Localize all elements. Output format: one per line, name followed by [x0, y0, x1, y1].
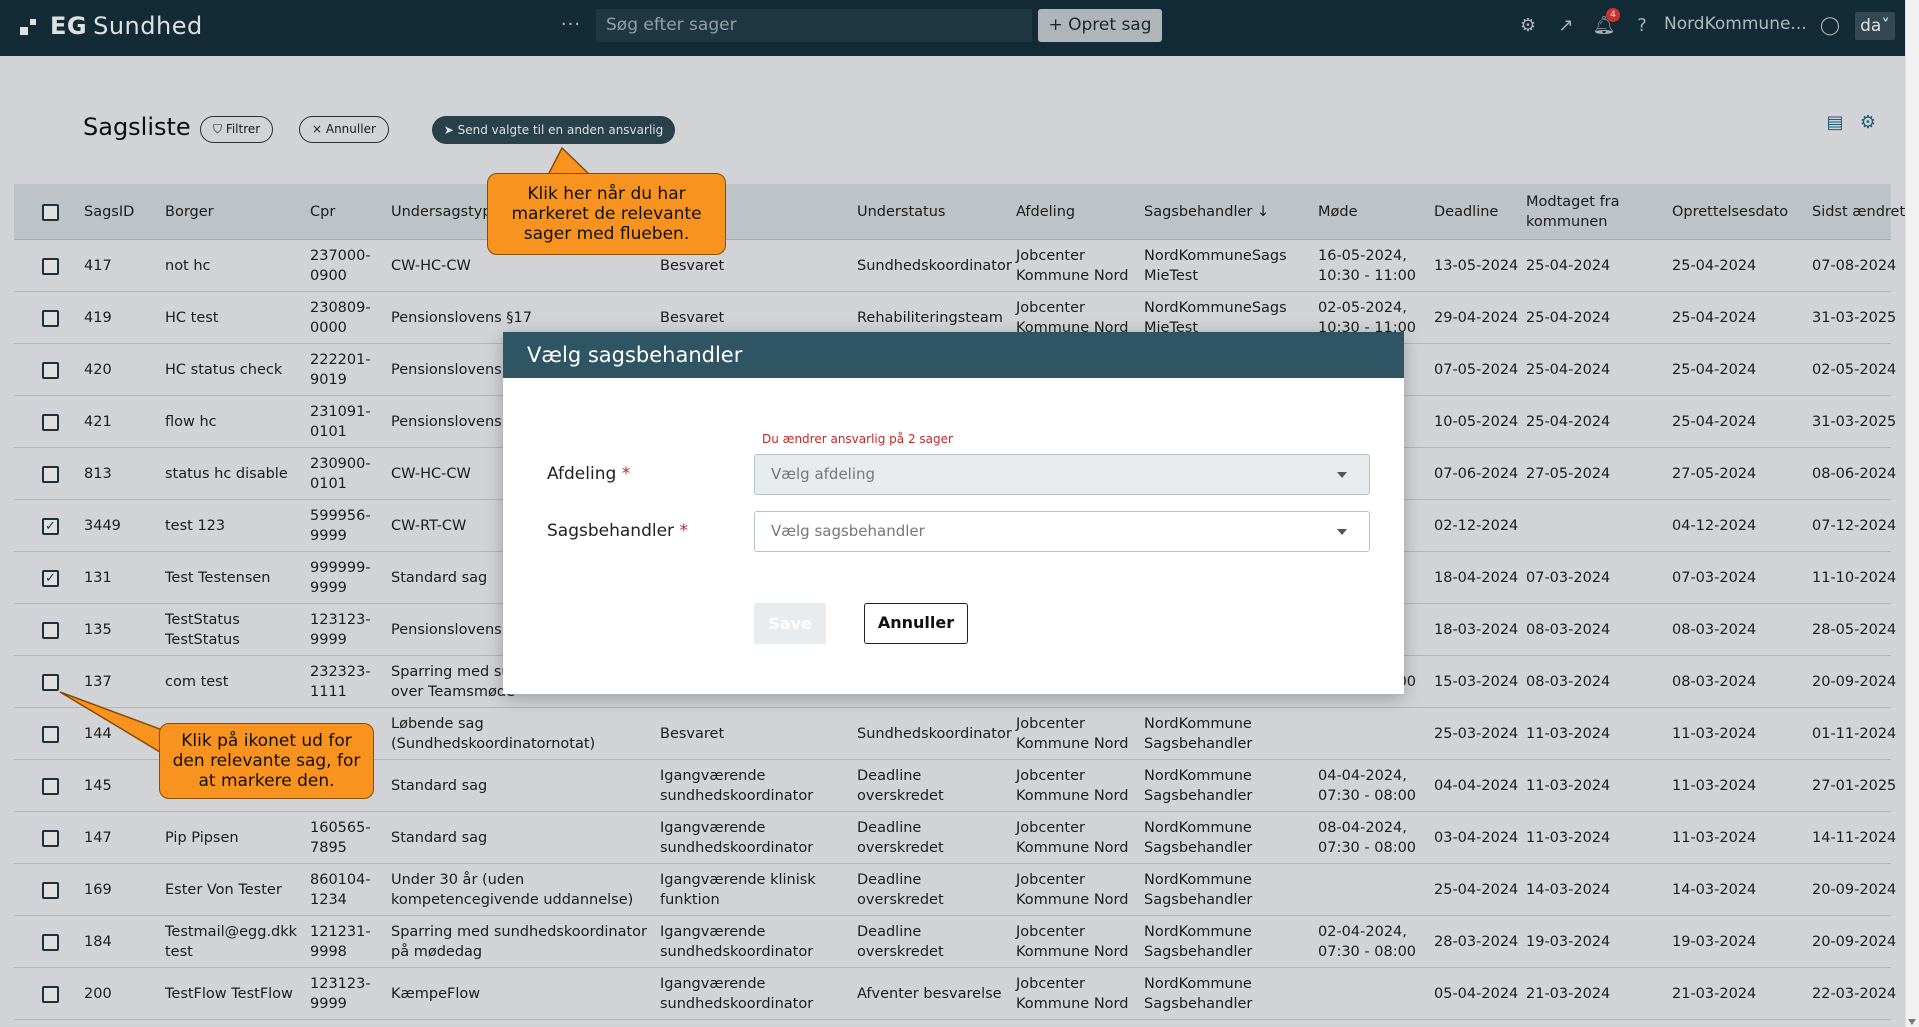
required-mark: * [621, 464, 631, 484]
scroll-down-icon[interactable] [1908, 1019, 1916, 1025]
select-caseworker-dialog: Vælg sagsbehandler Du ændrer ansvarlig p… [503, 332, 1404, 694]
dialog-warning: Du ændrer ansvarlig på 2 sager [762, 432, 953, 446]
caseworker-select[interactable]: Vælg sagsbehandler [754, 511, 1370, 552]
cancel-button[interactable]: Annuller [864, 603, 968, 644]
chevron-down-icon [1337, 529, 1347, 535]
department-select[interactable]: Vælg afdeling [754, 454, 1370, 495]
save-button[interactable]: Save [754, 603, 826, 644]
caseworker-placeholder: Vælg sagsbehandler [771, 522, 925, 540]
dialog-title: Vælg sagsbehandler [503, 332, 1404, 378]
caseworker-label-text: Sagsbehandler [547, 521, 675, 541]
page-scrollbar[interactable] [1905, 0, 1919, 1027]
department-label: Afdeling * [547, 464, 630, 484]
chevron-down-icon [1337, 472, 1347, 478]
caseworker-label: Sagsbehandler * [547, 521, 688, 541]
department-placeholder: Vælg afdeling [771, 465, 876, 483]
department-label-text: Afdeling [547, 464, 617, 484]
top-instruction-callout: Klik her når du har markeret de relevant… [487, 173, 726, 255]
required-mark: * [679, 521, 688, 541]
bottom-instruction-callout: Klik på ikonet ud for den relevante sag,… [159, 723, 374, 799]
